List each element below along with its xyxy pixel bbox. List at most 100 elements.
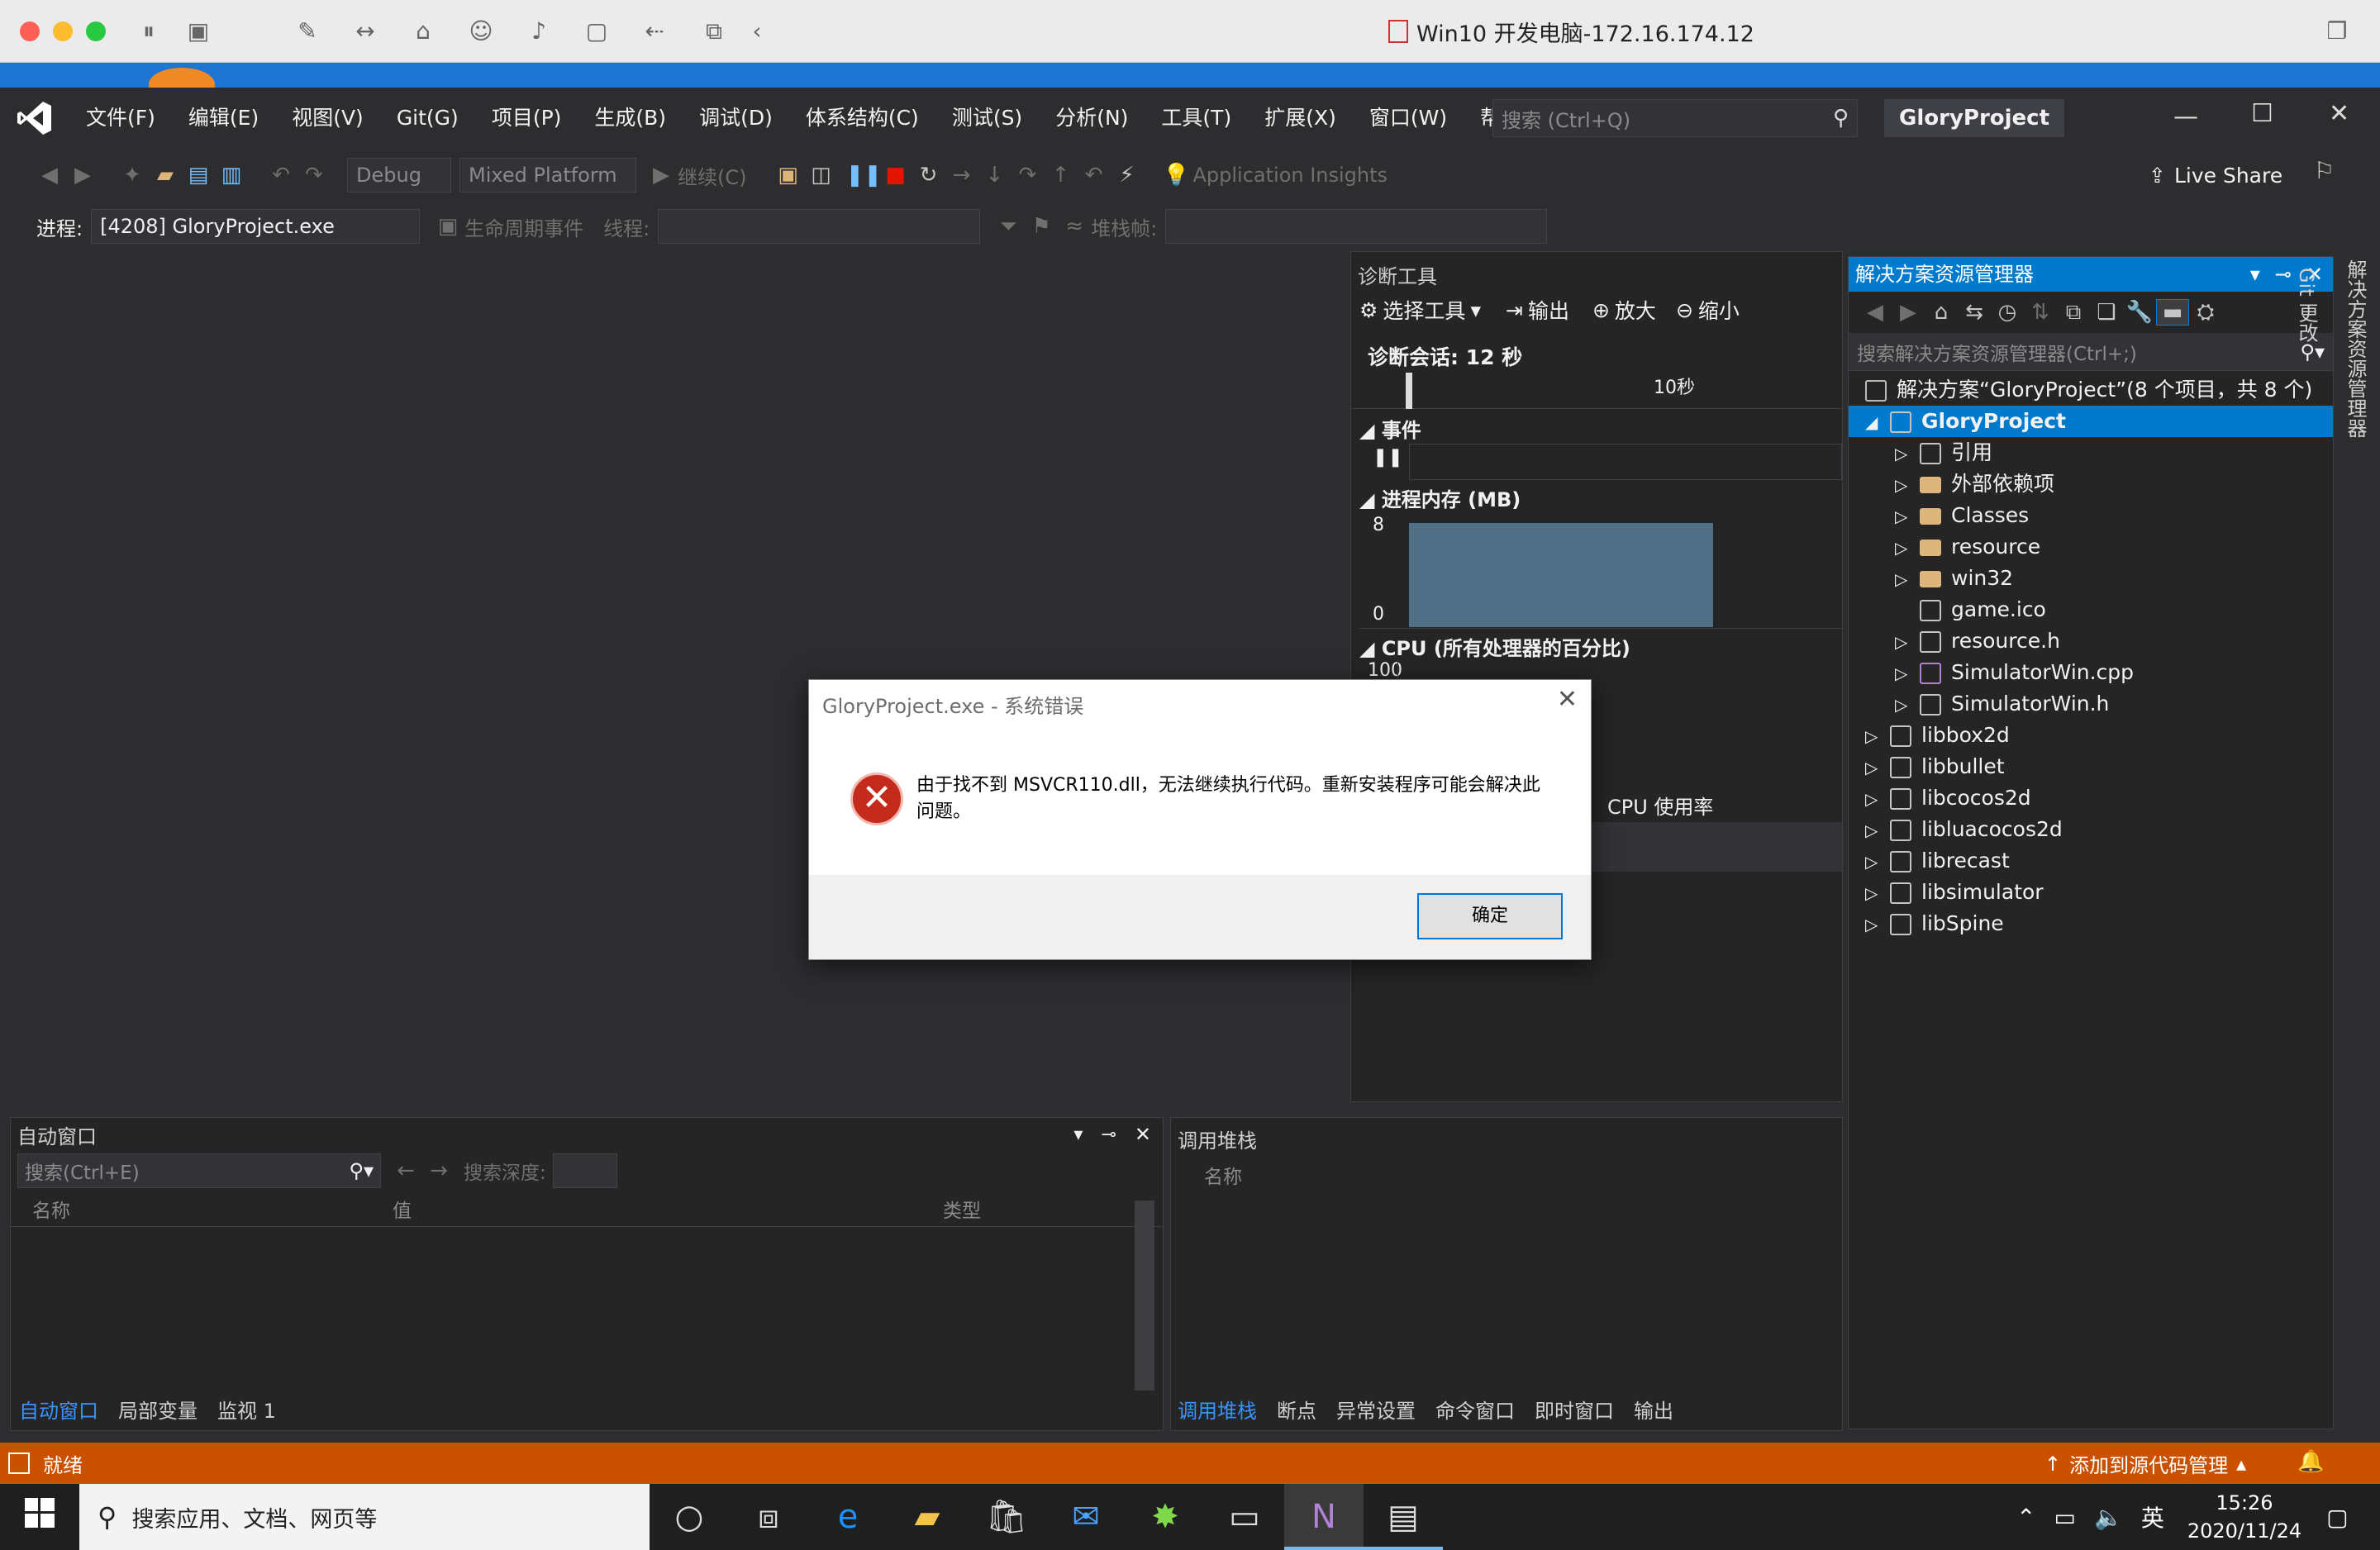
cpu-usage-tab[interactable]: CPU 使用率 — [1607, 791, 1713, 820]
collapsed-arrow-icon[interactable]: ▷ — [1895, 469, 1920, 501]
solution-root[interactable]: 解决方案“GloryProject”(8 个项目，共 8 个) — [1849, 374, 2333, 406]
close-panel-icon[interactable]: ✕ — [1135, 1123, 1151, 1146]
flag-icon[interactable]: ⚑ — [1025, 214, 1058, 239]
app-window-taskbar-icon[interactable]: ▤ — [1364, 1484, 1443, 1550]
show-next-statement-icon[interactable]: → — [945, 163, 978, 188]
menu-item-9[interactable]: 分析(N) — [1039, 88, 1145, 149]
volume-icon[interactable]: 🔈 — [2094, 1504, 2123, 1531]
tab-exception-settings[interactable]: 异常设置 — [1336, 1395, 1416, 1424]
visual-studio-taskbar-icon[interactable]: N — [1284, 1484, 1364, 1550]
menu-item-1[interactable]: 编辑(E) — [172, 88, 275, 149]
back-nav-icon[interactable]: ◀ — [1859, 300, 1892, 325]
autos-search-box[interactable]: 搜索(Ctrl+E) ⚲▾ — [17, 1153, 381, 1188]
clock[interactable]: 15:26 2020/11/24 — [2187, 1489, 2301, 1545]
side-tab-git-changes[interactable]: Git 更改 — [2282, 251, 2331, 1424]
menu-item-0[interactable]: 文件(F) — [69, 88, 172, 149]
collapsed-arrow-icon[interactable]: ▷ — [1895, 626, 1920, 658]
history-icon[interactable]: ◷ — [1991, 300, 2024, 325]
thread-dropdown[interactable] — [658, 209, 981, 244]
usb-icon[interactable]: ⇠ — [640, 17, 669, 46]
menu-item-5[interactable]: 生成(B) — [578, 88, 683, 149]
add-to-source-control-button[interactable]: ↑ 添加到源代码管理 ▴ — [2044, 1449, 2246, 1478]
collapsed-arrow-icon[interactable]: ▷ — [1895, 658, 1920, 689]
hot-reload-icon[interactable]: ⚡ — [1110, 163, 1143, 188]
tree-item[interactable]: ▷ libSpine — [1849, 908, 2333, 939]
tree-item[interactable]: ▷ 外部依赖项 — [1849, 468, 2333, 500]
notification-bell-icon[interactable]: 🔔 — [2297, 1449, 2324, 1474]
autos-scrollbar[interactable] — [1135, 1201, 1154, 1391]
solution-search-input[interactable]: 搜索解决方案资源管理器(Ctrl+;) — [1857, 338, 2300, 366]
redo-icon[interactable]: ↷ — [298, 163, 331, 188]
tab-locals[interactable]: 局部变量 — [118, 1395, 198, 1424]
sidebar-toggle-icon[interactable]: ⏸ — [134, 17, 164, 46]
tab-breakpoints[interactable]: 断点 — [1277, 1395, 1316, 1424]
collapsed-arrow-icon[interactable]: ▷ — [1895, 501, 1920, 532]
filter-icon[interactable]: ⏷ — [992, 214, 1025, 240]
expanded-arrow-icon[interactable]: ◢ — [1865, 407, 1890, 438]
menu-item-11[interactable]: 扩展(X) — [1248, 88, 1353, 149]
tab-call-stack[interactable]: 调用堆栈 — [1178, 1395, 1257, 1424]
save-icon[interactable]: ▤ — [182, 163, 215, 188]
tree-item[interactable]: ▷ librecast — [1849, 845, 2333, 877]
tree-item[interactable]: ▷ resource.h — [1849, 625, 2333, 657]
tree-item[interactable]: game.ico — [1849, 594, 2333, 625]
preview-icon[interactable]: ▬ — [2156, 299, 2189, 326]
restart-icon[interactable]: ↻ — [912, 163, 945, 188]
tree-item[interactable]: ▷ SimulatorWin.cpp — [1849, 657, 2333, 688]
platform-dropdown[interactable]: Mixed Platform — [459, 158, 636, 193]
autos-search-input[interactable]: 搜索(Ctrl+E) — [25, 1157, 349, 1185]
collapsed-arrow-icon[interactable]: ▷ — [1865, 752, 1890, 783]
task-view-icon[interactable]: ⧈ — [729, 1484, 808, 1550]
select-tool-button[interactable]: 选择工具 — [1383, 295, 1465, 325]
collapse-all-icon[interactable]: ⧉ — [2057, 300, 2090, 326]
search-input[interactable]: 搜索 (Ctrl+Q) — [1502, 104, 1833, 133]
step-out-icon[interactable]: ↑ — [1044, 163, 1077, 188]
maximize-icon[interactable]: ☐ — [2251, 99, 2273, 128]
user-icon[interactable]: ☺ — [466, 17, 496, 46]
new-item-icon[interactable]: ✦ — [116, 163, 149, 188]
minimize-icon[interactable]: — — [2173, 102, 2198, 131]
close-window-button[interactable] — [20, 21, 40, 41]
tools-app-icon[interactable]: ✸ — [1126, 1484, 1205, 1550]
switch-views-icon[interactable]: ⇆ — [1958, 300, 1991, 325]
file-explorer-icon[interactable]: ▰ — [888, 1484, 967, 1550]
cpu-section[interactable]: ◢ CPU (所有处理器的百分比) — [1359, 632, 1630, 661]
timeline-cursor[interactable] — [1406, 373, 1412, 409]
step-into-icon[interactable]: ↓ — [978, 163, 1011, 188]
app-insights-dropdown[interactable]: Application Insights — [1192, 164, 1388, 187]
properties-wrench-icon[interactable]: 🔧 — [2123, 300, 2156, 325]
home-icon[interactable]: ⌂ — [1925, 300, 1958, 325]
maximize-window-button[interactable] — [86, 21, 106, 41]
tab-output[interactable]: 输出 — [1634, 1395, 1673, 1424]
back-chevron-icon[interactable]: ‹ — [742, 17, 772, 46]
tree-item[interactable]: ▷ SimulatorWin.h — [1849, 688, 2333, 720]
screenshot-tool-icon[interactable]: ◫ — [804, 163, 837, 188]
drive-icon[interactable]: ⌂ — [408, 17, 438, 46]
tree-item[interactable]: ◢ GloryProject — [1849, 406, 2333, 437]
collapsed-arrow-icon[interactable]: ▷ — [1865, 720, 1890, 752]
sound-icon[interactable]: ♪ — [524, 17, 554, 46]
search-back-icon[interactable]: ← — [389, 1158, 422, 1183]
dialog-close-icon[interactable]: ✕ — [1557, 685, 1578, 714]
search-depth-dropdown[interactable] — [552, 1153, 617, 1188]
minimize-window-button[interactable] — [53, 21, 73, 41]
menu-item-10[interactable]: 工具(T) — [1145, 88, 1248, 149]
taskbar-search-input[interactable]: 搜索应用、文档、网页等 — [131, 1501, 377, 1533]
col-name-header[interactable]: 名称 — [11, 1195, 393, 1223]
terminal-icon[interactable]: ▭ — [1205, 1484, 1284, 1550]
forward-icon[interactable]: ▶ — [66, 163, 99, 188]
collapsed-arrow-icon[interactable]: ▷ — [1895, 438, 1920, 469]
call-stack-col-name[interactable]: 名称 — [1204, 1161, 1242, 1189]
zoom-out-button[interactable]: 缩小 — [1698, 295, 1740, 325]
cortana-icon[interactable]: ○ — [650, 1484, 729, 1550]
stack-frame-dropdown[interactable] — [1165, 209, 1548, 244]
solution-search[interactable]: 搜索解决方案资源管理器(Ctrl+;) ⚲▾ — [1849, 333, 2333, 371]
collapsed-arrow-icon[interactable]: ▷ — [1895, 689, 1920, 720]
tab-watch-1[interactable]: 监视 1 — [217, 1395, 276, 1424]
lifecycle-dropdown[interactable]: 生命周期事件 — [464, 212, 583, 241]
sync-icon[interactable]: ⇅ — [2024, 300, 2057, 325]
feedback-icon[interactable]: ⚐ — [2314, 157, 2335, 184]
tree-item[interactable]: ▷ libbox2d — [1849, 720, 2333, 751]
stop-icon[interactable]: ■ — [878, 163, 912, 188]
menu-item-4[interactable]: 项目(P) — [475, 88, 578, 149]
